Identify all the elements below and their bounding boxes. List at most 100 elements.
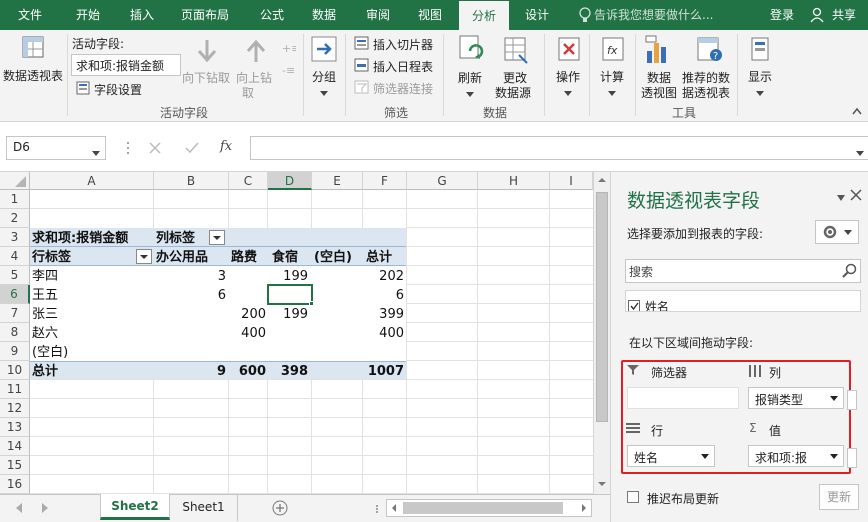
field-list[interactable]: 姓名 [625, 290, 861, 312]
area-scroll-icon[interactable] [847, 390, 857, 410]
scroll-thumb[interactable] [596, 192, 608, 422]
worksheet-grid[interactable]: A B C D E F G H I 1 2 3 4 5 6 7 8 9 10 1… [0, 172, 610, 494]
row-header-8[interactable]: 8 [0, 323, 30, 342]
row-header-4[interactable]: 4 [0, 247, 30, 266]
field-name-label[interactable]: 姓名 [645, 298, 669, 311]
row-header-14[interactable]: 14 [0, 437, 30, 456]
pane-options-chevron-icon[interactable] [836, 191, 846, 201]
close-pane-icon[interactable] [850, 189, 862, 201]
grand-total-travel[interactable]: 600 [229, 362, 266, 381]
sheet-tab-sheet2[interactable]: Sheet2 [100, 494, 170, 520]
pivot-table-button[interactable]: 数据透视表 [3, 67, 63, 84]
row-header-6[interactable]: 6 [0, 285, 30, 304]
horizontal-scrollbar[interactable] [386, 499, 592, 517]
horizontal-scroll-thumb[interactable] [403, 502, 563, 514]
insert-slicer-button[interactable]: 插入切片器 [373, 36, 433, 53]
insert-function-button[interactable]: fx [220, 139, 232, 154]
row-header-1[interactable]: 1 [0, 190, 30, 209]
column-header-g[interactable]: G [407, 172, 478, 190]
col-header-blank[interactable]: (空白) [314, 248, 352, 267]
scroll-up-icon[interactable] [596, 174, 608, 186]
tell-me-search[interactable]: 告诉我您想要做什么... [594, 0, 724, 30]
row-label-zhaoliu[interactable]: 赵六 [32, 324, 58, 343]
tab-data[interactable]: 数据 [298, 0, 350, 30]
cell-zhangsan-total[interactable]: 399 [363, 305, 404, 324]
row-header-12[interactable]: 12 [0, 399, 30, 418]
filter-connections-button[interactable]: 筛选器连接 [373, 80, 433, 97]
tab-design[interactable]: 设计 [512, 0, 562, 30]
row-label-blank[interactable]: (空白) [32, 343, 68, 362]
grand-total-all[interactable]: 1007 [363, 362, 404, 381]
row-header-7[interactable]: 7 [0, 304, 30, 323]
field-list-layout-button[interactable] [815, 220, 859, 244]
column-header-h[interactable]: H [478, 172, 550, 190]
refresh-button[interactable]: 刷新 [458, 69, 482, 86]
row-header-9[interactable]: 9 [0, 342, 30, 361]
scroll-left-icon[interactable] [387, 500, 401, 516]
add-sheet-icon[interactable] [272, 500, 288, 516]
enter-check-icon[interactable] [184, 141, 200, 155]
field-settings-button[interactable]: 字段设置 [94, 81, 142, 98]
drill-down-button[interactable]: 向下钻取 [182, 69, 230, 86]
col-header-lodging[interactable]: 食宿 [272, 248, 298, 267]
cell-wangwu-office[interactable]: 6 [154, 286, 226, 305]
column-header-c[interactable]: C [229, 172, 268, 190]
name-box-dropdown-icon[interactable] [92, 146, 100, 156]
row-header-10[interactable]: 10 [0, 361, 30, 380]
cell-zhangsan-lodging[interactable]: 199 [268, 305, 308, 324]
row-header-3[interactable]: 3 [0, 228, 30, 247]
row-header-5[interactable]: 5 [0, 266, 30, 285]
field-checkbox-name[interactable] [628, 300, 640, 311]
cell-wangwu-total[interactable]: 6 [363, 286, 404, 305]
cell-zhaoliu-total[interactable]: 400 [363, 324, 404, 343]
col-header-total[interactable]: 总计 [366, 248, 392, 267]
row-header-15[interactable]: 15 [0, 456, 30, 475]
row-header-16[interactable]: 16 [0, 475, 30, 494]
col-header-office[interactable]: 办公用品 [156, 248, 208, 267]
group-button[interactable]: 分组 [312, 68, 336, 85]
pivot-value-field-title[interactable]: 求和项:报销金额 [32, 229, 128, 248]
tab-home[interactable]: 开始 [62, 0, 114, 30]
grand-total-lodging[interactable]: 398 [268, 362, 308, 381]
tab-page-layout[interactable]: 页面布局 [172, 0, 238, 30]
login-link[interactable]: 登录 [764, 0, 800, 30]
fill-handle[interactable] [309, 301, 314, 306]
pivot-row-labels[interactable]: 行标签 [32, 248, 71, 267]
area-scroll-icon-2[interactable] [847, 448, 857, 468]
select-all-corner[interactable] [0, 172, 30, 190]
share-button[interactable]: 共享 [826, 0, 862, 30]
next-sheet-icon[interactable] [40, 502, 50, 514]
actions-button[interactable]: 操作 [556, 68, 580, 85]
cell-zhangsan-travel[interactable]: 200 [229, 305, 266, 324]
active-cell-d6[interactable] [267, 284, 313, 305]
field-search-box[interactable]: 搜索 [625, 259, 861, 283]
row-header-11[interactable]: 11 [0, 380, 30, 399]
tab-review[interactable]: 审阅 [352, 0, 404, 30]
cell-lisi-office[interactable]: 3 [154, 267, 226, 286]
cancel-icon[interactable] [148, 141, 162, 155]
sheet-tab-sheet1[interactable]: Sheet1 [170, 495, 238, 521]
cell-lisi-total[interactable]: 202 [363, 267, 404, 286]
prev-sheet-icon[interactable] [14, 502, 24, 514]
grand-total-label[interactable]: 总计 [32, 362, 58, 381]
vertical-scrollbar[interactable] [593, 172, 610, 494]
formula-input[interactable] [250, 136, 868, 160]
collapse-ribbon-icon[interactable] [852, 104, 862, 115]
defer-update-checkbox[interactable] [627, 491, 639, 503]
tab-insert[interactable]: 插入 [116, 0, 168, 30]
tab-view[interactable]: 视图 [404, 0, 456, 30]
pivot-column-labels[interactable]: 列标签 [156, 229, 195, 248]
column-header-d[interactable]: D [268, 172, 312, 190]
update-button[interactable]: 更新 [819, 484, 859, 510]
row-labels-filter-dropdown[interactable] [136, 249, 152, 264]
calculations-button[interactable]: 计算 [600, 68, 624, 85]
column-header-f[interactable]: F [363, 172, 407, 190]
column-header-a[interactable]: A [30, 172, 154, 190]
name-box[interactable]: D6 [6, 136, 106, 160]
col-header-travel[interactable]: 路费 [231, 248, 257, 267]
tab-file[interactable]: 文件 [4, 0, 56, 30]
expand-formula-icon[interactable] [856, 146, 864, 156]
column-header-b[interactable]: B [154, 172, 229, 190]
column-header-e[interactable]: E [312, 172, 363, 190]
row-header-2[interactable]: 2 [0, 209, 30, 228]
